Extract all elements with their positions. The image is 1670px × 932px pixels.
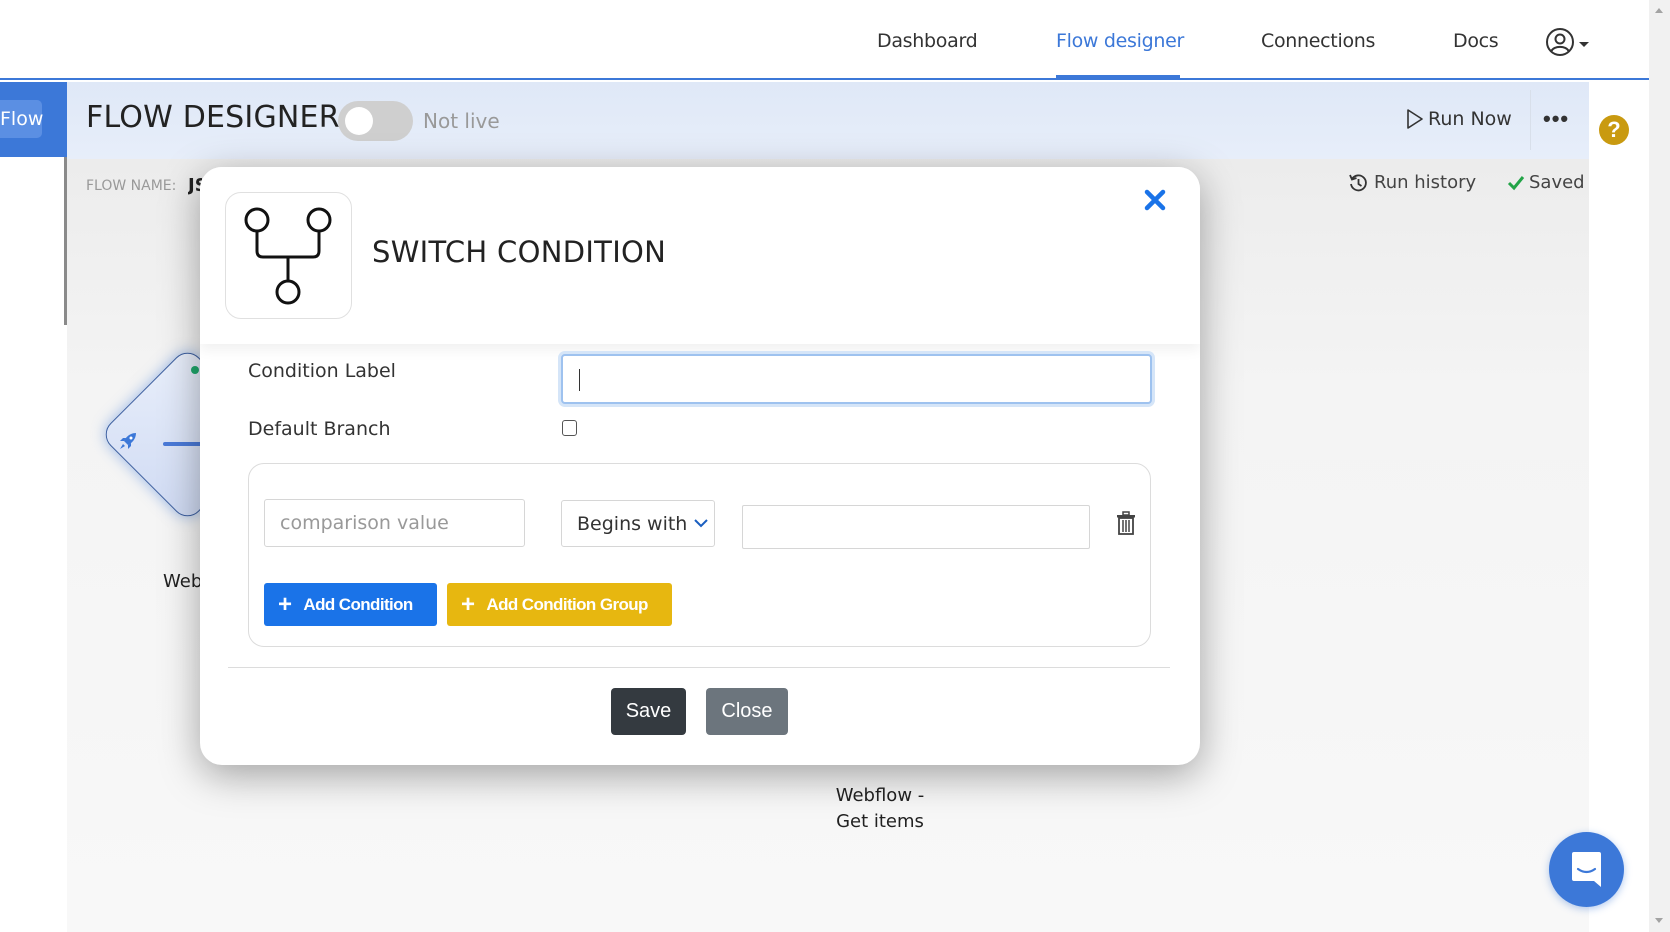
app-root: Dashboard Flow designer Connections Docs… (0, 0, 1670, 932)
node-status-dot (191, 366, 199, 374)
live-toggle[interactable] (338, 101, 413, 141)
node-connector (163, 442, 203, 446)
add-condition-label: Add Condition (303, 594, 413, 614)
nav-connections[interactable]: Connections (1261, 30, 1375, 52)
webflow-node-label: Webflow - Get items (810, 783, 950, 835)
flow-name-label: FLOW NAME: (86, 178, 177, 194)
plus-icon: + (461, 590, 475, 618)
close-button[interactable]: Close (706, 688, 788, 735)
play-icon (1407, 109, 1423, 129)
page-scrollbar[interactable] (1649, 0, 1670, 932)
nav-active-indicator (1056, 75, 1180, 79)
canvas-scroll-indicator (64, 157, 67, 325)
close-icon[interactable] (1140, 185, 1170, 215)
operator-selected-value: Begins with (577, 513, 688, 535)
nav-docs[interactable]: Docs (1453, 30, 1499, 52)
live-status-label: Not live (423, 109, 500, 133)
header-divider (1530, 90, 1531, 150)
add-condition-group-button[interactable]: + Add Condition Group (447, 583, 672, 626)
run-history-button[interactable]: Run history (1348, 172, 1476, 193)
modal-footer-divider (228, 667, 1170, 668)
plus-icon: + (278, 590, 292, 618)
user-menu-caret-icon[interactable] (1579, 42, 1589, 47)
help-icon[interactable]: ? (1599, 115, 1629, 145)
rocket-icon (120, 433, 136, 449)
default-branch-label: Default Branch (248, 418, 391, 440)
sidebar-flow-button[interactable]: Flow (0, 100, 43, 138)
run-now-label: Run Now (1428, 108, 1512, 130)
page-title: FLOW DESIGNER (86, 100, 340, 135)
history-icon (1349, 174, 1367, 191)
operator-select[interactable]: Begins with (561, 500, 715, 547)
webflow-node-label-line2: Get items (836, 811, 924, 832)
condition-label-input[interactable] (561, 354, 1152, 404)
nav-dashboard[interactable]: Dashboard (877, 30, 978, 52)
condition-label-label: Condition Label (248, 360, 396, 382)
webflow-node-label-line1: Webflow - (835, 785, 925, 806)
chevron-down-icon (694, 519, 708, 528)
nav-flow-designer[interactable]: Flow designer (1056, 30, 1184, 52)
modal-icon-container (225, 192, 352, 319)
more-options-button[interactable]: ••• (1543, 106, 1569, 132)
default-branch-checkbox[interactable] (562, 420, 577, 436)
saved-status: Saved (1507, 172, 1585, 193)
modal-title: SWITCH CONDITION (372, 235, 667, 269)
saved-label: Saved (1529, 172, 1585, 193)
comparison-value-input[interactable]: comparison value (264, 499, 525, 547)
add-condition-button[interactable]: + Add Condition (264, 583, 437, 626)
trigger-node-label: Web (163, 571, 203, 592)
chat-icon (1572, 852, 1601, 887)
modal-header: SWITCH CONDITION (200, 167, 1200, 344)
save-button[interactable]: Save (611, 688, 686, 735)
sidebar (0, 157, 67, 932)
check-icon (1507, 175, 1525, 190)
scroll-down-arrow-icon[interactable] (1655, 918, 1663, 923)
run-history-label: Run history (1374, 172, 1477, 193)
switch-condition-modal: SWITCH CONDITION Condition Label Default… (200, 167, 1200, 765)
user-circle-icon[interactable] (1545, 27, 1575, 57)
add-condition-group-label: Add Condition Group (486, 594, 648, 614)
toggle-knob (345, 107, 373, 135)
run-now-button[interactable]: Run Now (1406, 108, 1512, 130)
trash-icon[interactable] (1116, 511, 1136, 535)
right-panel (1589, 82, 1649, 932)
switch-branch-icon (244, 207, 332, 305)
scroll-up-arrow-icon[interactable] (1655, 8, 1663, 13)
chat-launcher-button[interactable] (1549, 832, 1624, 907)
condition-value-input[interactable] (742, 505, 1090, 549)
text-cursor (579, 369, 580, 391)
top-nav: Dashboard Flow designer Connections Docs (0, 0, 1649, 80)
